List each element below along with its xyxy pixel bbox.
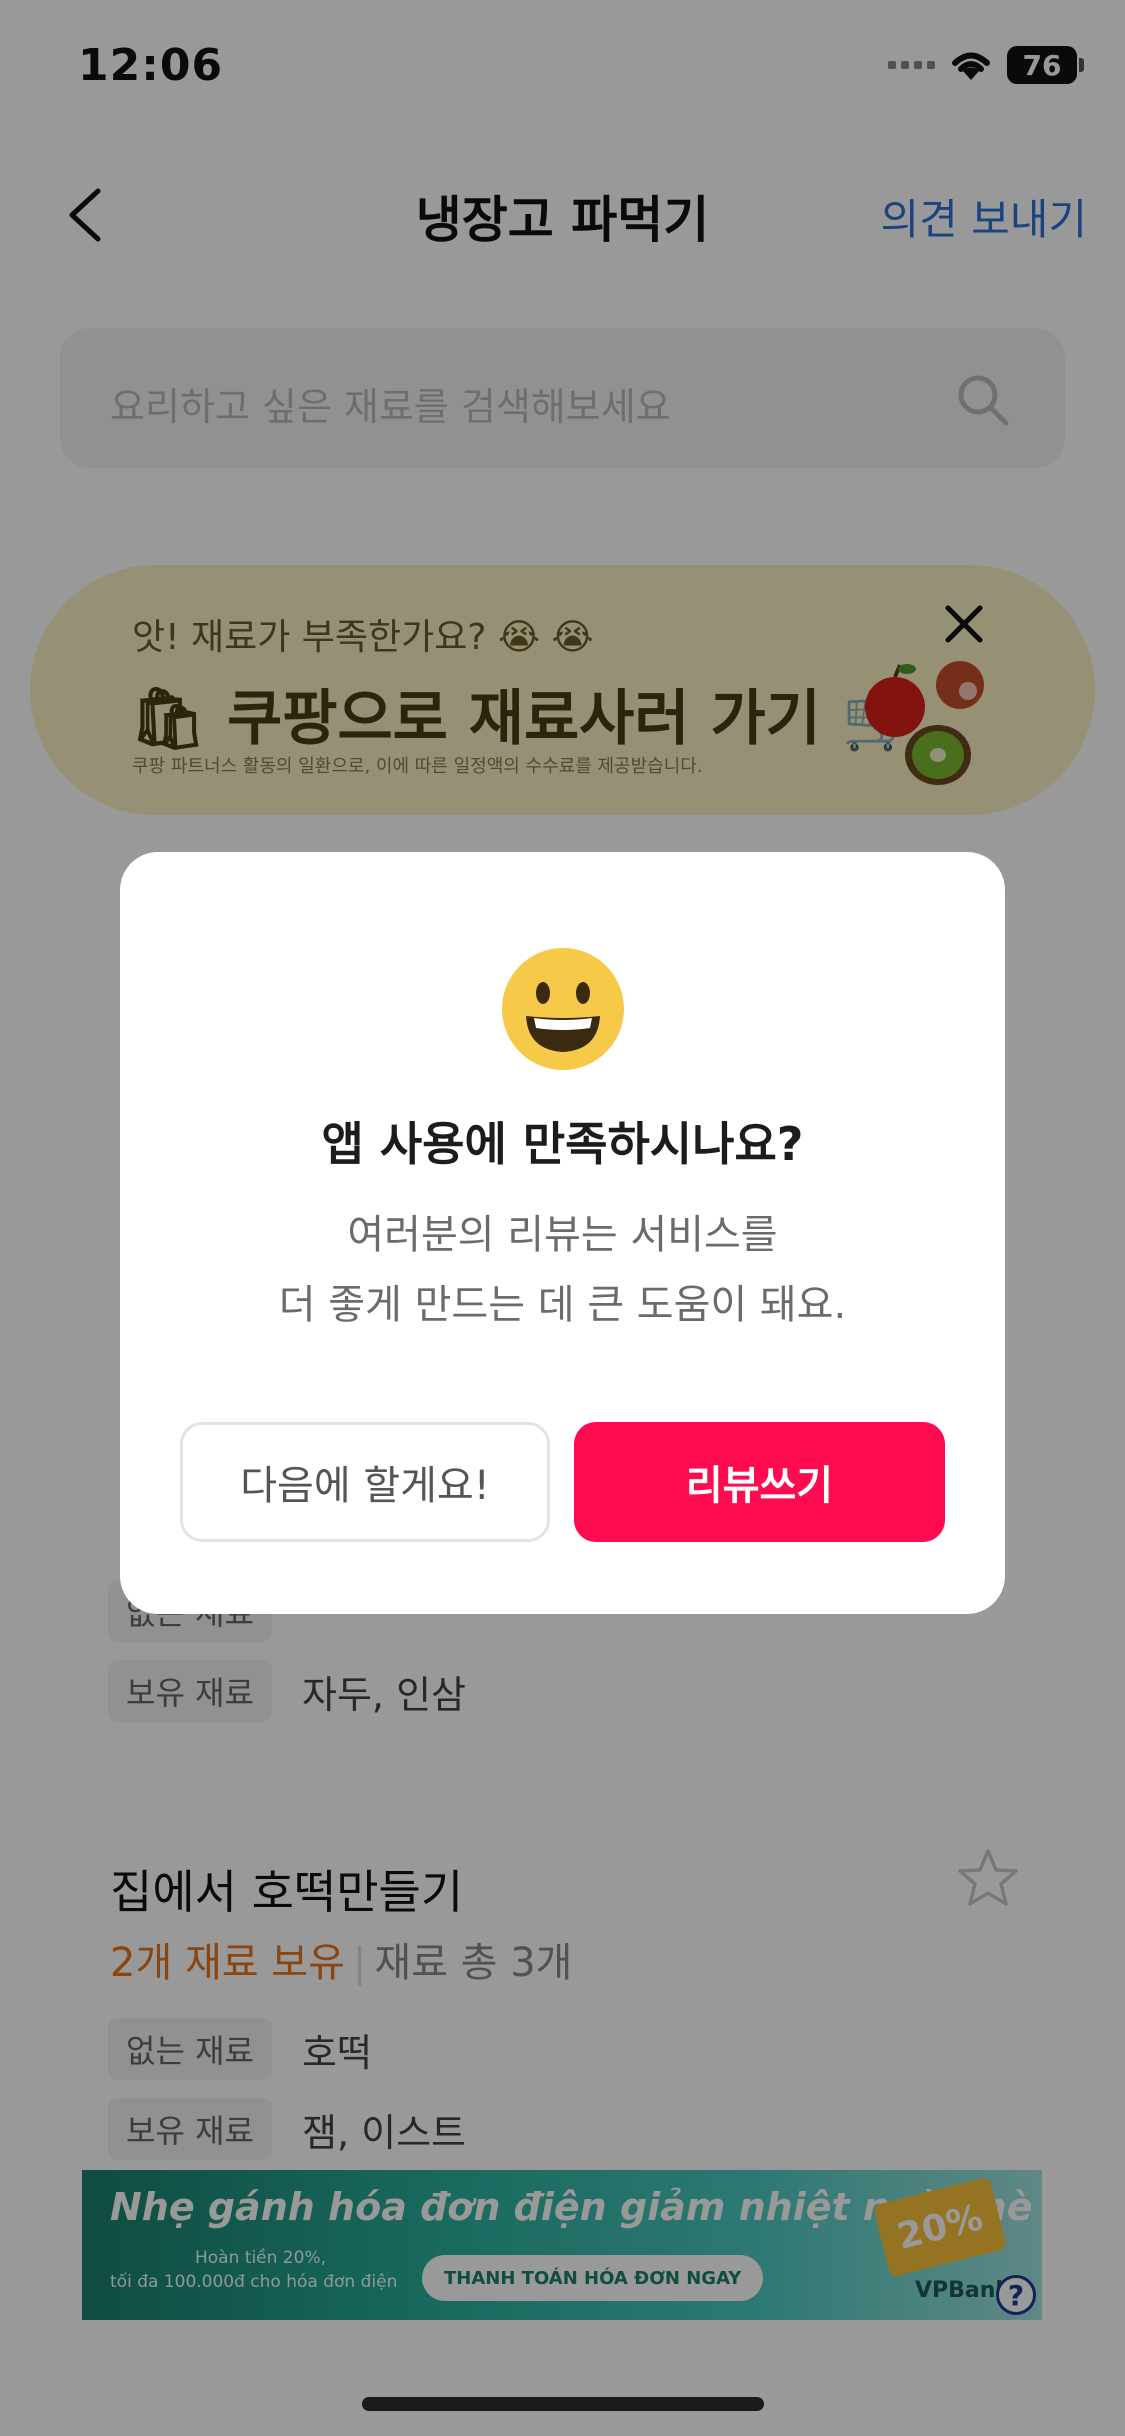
modal-message: 여러분의 리뷰는 서비스를 더 좋게 만드는 데 큰 도움이 돼요. <box>120 1200 1005 1340</box>
home-indicator[interactable] <box>362 2397 764 2411</box>
modal-message-line-2: 더 좋게 만드는 데 큰 도움이 돼요. <box>278 1282 847 1328</box>
write-review-button[interactable]: 리뷰쓰기 <box>574 1422 945 1542</box>
later-button[interactable]: 다음에 할게요! <box>180 1422 550 1542</box>
modal-message-line-1: 여러분의 리뷰는 서비스를 <box>347 1212 778 1258</box>
smiling-face-icon <box>502 948 624 1070</box>
modal-title: 앱 사용에 만족하시나요? <box>321 1117 804 1171</box>
